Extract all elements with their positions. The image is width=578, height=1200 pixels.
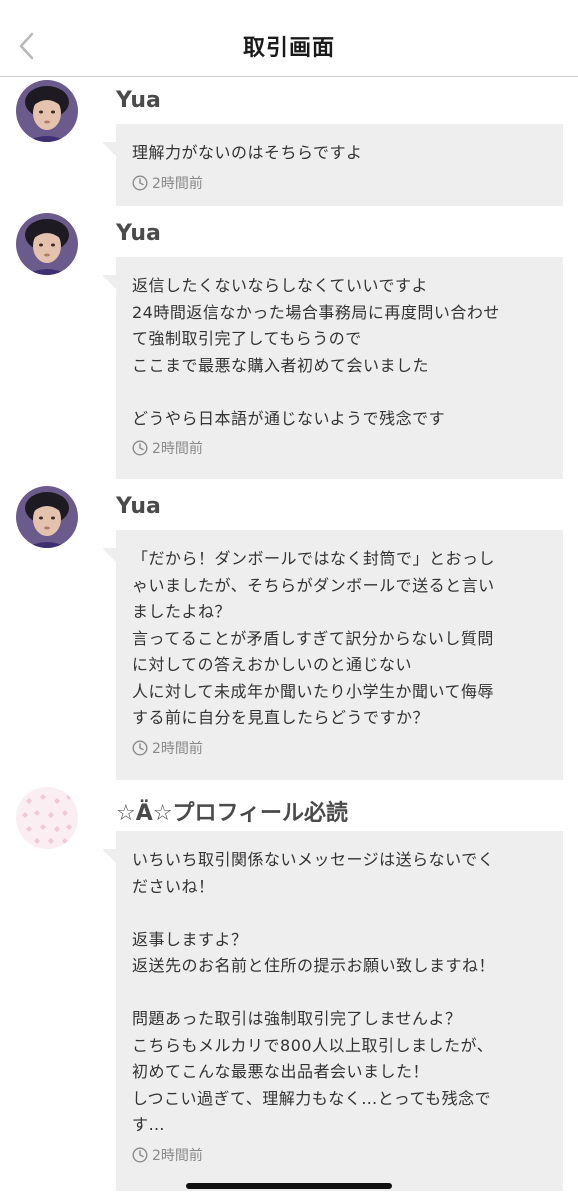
sender-name: ☆Ä☆プロフィール必読 [116, 801, 349, 826]
message-line: 言ってることが矛盾しすぎて訳分からないし質問 [132, 628, 494, 648]
message-line: どうやら日本語が通じないようで残念です [132, 408, 446, 428]
header-bar: 取引画面 [0, 0, 578, 77]
timestamp: 2時間前 [132, 173, 547, 193]
sender-name: Yua [116, 88, 161, 113]
message-line: 返送先のお名前と住所の提示お願い致しますね！ [132, 956, 496, 975]
message-line: しつこい過ぎて、理解力もなく…とっても残念で [132, 1088, 492, 1108]
sender-name: Yua [116, 494, 161, 519]
timestamp-text: 2時間前 [152, 175, 203, 192]
message-line [132, 980, 547, 1007]
message-line: ここまで最悪な購入者初めて会いました [132, 355, 430, 375]
timestamp-text: 2時間前 [152, 441, 203, 457]
message-line: 返事しますよ？ [132, 929, 248, 949]
clock-icon [132, 1146, 148, 1163]
message-line: す… [132, 1115, 166, 1134]
message-line [132, 379, 547, 406]
timestamp: 2時間前 [132, 738, 547, 758]
clock-icon [132, 440, 148, 456]
avatar[interactable] [16, 486, 78, 548]
message-line: 理解力がないのはそちらですよ [132, 143, 363, 162]
message-line: いちいち取引関係ないメッセージは送らないでく [132, 850, 495, 869]
message-bubble: 返信したくないならしなくていいですよ 24時間返信なかった場合事務局に再度問い合… [102, 257, 563, 479]
avatar[interactable] [16, 213, 78, 275]
message-line: に対しての答えおかしいのと通じない [132, 655, 413, 674]
message-line: て強制取引完了してもらうので [132, 329, 362, 348]
timestamp: 2時間前 [132, 438, 547, 458]
message-line: 初めてこんな最悪な出品者会いました！ [132, 1062, 430, 1081]
message-line: ださいね！ [132, 876, 215, 896]
clock-icon [132, 174, 148, 191]
message-line: 問題あった取引は強制取引完了しませんよ？ [132, 1009, 462, 1028]
timestamp: 2時間前 [132, 1145, 547, 1165]
avatar[interactable] [16, 787, 78, 849]
message-line: する前に自分を見直したらどうですか？ [132, 708, 430, 727]
message-line: ましたよね？ [132, 602, 232, 621]
avatar[interactable] [16, 80, 78, 142]
home-indicator[interactable] [186, 1183, 392, 1189]
message-bubble: いちいち取引関係ないメッセージは送らないでく ださいね！ 返事しますよ？ 返送先… [102, 831, 563, 1191]
clock-icon [132, 739, 148, 756]
message-line: ゃいましたが、そちらがダンボールで送ると言い [132, 575, 495, 595]
message-line: 人に対して未成年か聞いたり小学生か聞いて侮辱 [132, 681, 495, 701]
page-title: 取引画面 [242, 36, 335, 61]
message-line: 24時間返信なかった場合事務局に再度問い合わせ [132, 302, 500, 322]
timestamp-text: 2時間前 [152, 1147, 203, 1164]
message-line [132, 900, 547, 927]
message-line: 「だから！ダンボールではなく封筒で」とおっし [132, 549, 496, 568]
message-line: こちらもメルカリで800人以上取引しましたが、 [132, 1035, 494, 1055]
sender-name: Yua [116, 221, 161, 246]
message-bubble: 理解力がないのはそちらですよ 2時間前 [102, 124, 563, 206]
timestamp-text: 2時間前 [152, 740, 203, 757]
message-line: 返信したくないならしなくていいですよ [132, 276, 429, 295]
message-bubble: 「だから！ダンボールではなく封筒で」とおっし ゃいましたが、そちらがダンボールで… [102, 530, 563, 780]
